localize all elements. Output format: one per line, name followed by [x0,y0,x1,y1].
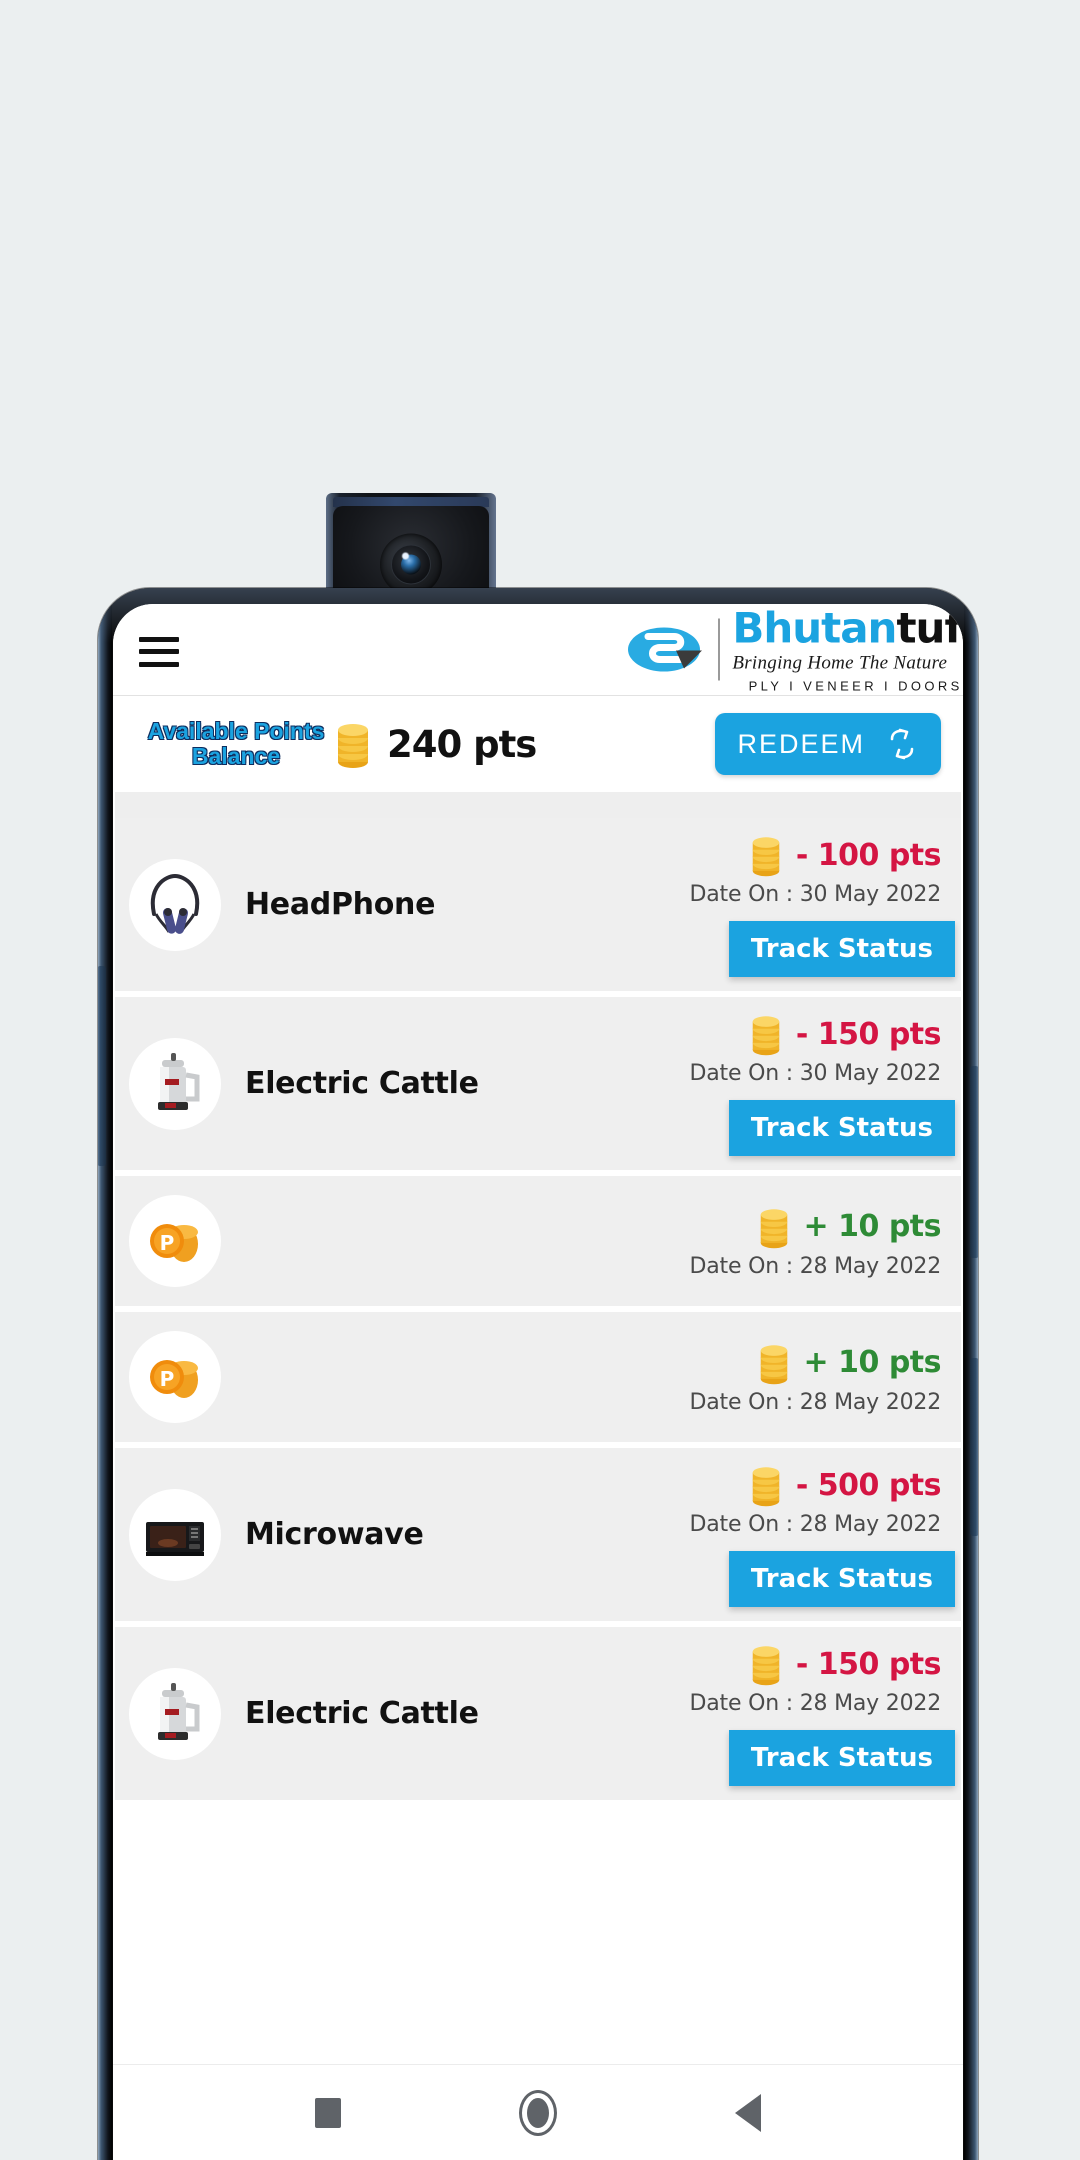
brand-logo: Bhutantuff Bringing Home The Nature PLY … [628,607,963,692]
transaction-details: - 500 pts Date On : 28 May 2022 Track St… [689,1462,955,1607]
logo-tagline: Bringing Home The Nature [732,652,948,673]
app-bar: Bhutantuff Bringing Home The Nature PLY … [113,604,963,696]
redeem-button[interactable]: REDEEM [715,713,941,775]
android-navigation-bar [113,2064,963,2160]
track-status-button[interactable]: Track Status [728,1730,955,1786]
points-value: - 150 pts [795,1646,942,1682]
phone-screen: Bhutantuff Bringing Home The Nature PLY … [113,604,963,2160]
coin-stack-icon [760,1208,787,1248]
transaction-date: Date On : 28 May 2022 [689,1512,942,1537]
points-line: - 100 pts [746,832,942,878]
logo-title-primary: Bhutan [732,604,897,652]
points-coin-icon: P [129,1331,221,1423]
transaction-list[interactable]: HeadPhone - 100 pts Date On: 30 May 202… [113,818,963,1812]
transaction-details: - 100 pts Date On : 30 May 2022 Track St… [689,832,955,977]
logo-title: Bhutantuff [732,607,963,649]
points-line: - 500 pts [746,1462,942,1508]
electric-kettle-icon [129,1667,221,1760]
coin-stack-icon [752,1646,780,1686]
hardware-button-right-lower[interactable] [970,1358,978,1536]
available-points-balance-label: Available Points Balance [147,717,325,769]
home-circle-icon[interactable] [519,2089,557,2136]
transaction-date: Date On : 28 May 2022 [689,1389,942,1415]
points-value: - 150 pts [795,1016,942,1052]
logo-title-secondary: tuff [896,604,963,652]
coin-stack-icon [752,1467,780,1507]
transaction-details: + 10 pts Date On : 28 May 2022 [690,1340,942,1415]
points-value: + 10 pts [803,1209,942,1244]
camera-lens-mid [391,544,431,585]
coin-stack-icon [760,1344,787,1384]
phone-device: Bhutantuff Bringing Home The Nature PLY … [98,588,978,2160]
camera-lens-icon [380,533,442,596]
track-status-button[interactable]: Track Status [728,1551,955,1607]
camera-lens-glint [402,552,410,560]
points-line: + 10 pts [754,1340,942,1386]
electric-kettle-icon [129,1037,221,1130]
transaction-details: - 150 pts Date On : 30 May 2022 Track St… [689,1011,955,1156]
hamburger-menu-icon[interactable] [139,636,179,667]
list-separator-strip [115,792,961,818]
points-line: + 10 pts [754,1204,942,1250]
logo-subtitle: PLY I VENEER I DOORS [748,678,963,693]
transaction-date: Date On : 28 May 2022 [689,1253,942,1279]
points-line: - 150 pts [746,1641,942,1687]
logo-text: Bhutantuff Bringing Home The Nature PLY … [732,607,963,693]
svg-text:P: P [160,1231,175,1255]
logo-divider [718,618,721,681]
table-row[interactable]: HeadPhone - 100 pts Date On: 30 May 202… [115,818,961,991]
track-status-button[interactable]: Track Status [728,1100,955,1156]
transaction-name: Electric Cattle [245,1696,479,1731]
track-status-button[interactable]: Track Status [728,921,955,977]
points-value: - 100 pts [795,837,942,873]
headphone-neckband-icon [129,858,221,951]
screenshot-scene: Bhutantuff Bringing Home The Nature PLY … [0,0,1080,2160]
recents-square-icon[interactable] [315,2097,341,2128]
table-row[interactable]: Electric Cattle - 150 pts [115,997,961,1170]
points-balance-amount: 240 pts [387,722,537,766]
transaction-date: Date On : 30 May 2022 [689,882,942,907]
points-value: - 500 pts [795,1467,942,1503]
transaction-name: HeadPhone [245,887,436,922]
points-balance-bar: Available Points Balance 240 pts REDEEM [113,696,963,792]
points-value: + 10 pts [803,1345,942,1380]
svg-text:P: P [160,1367,175,1391]
coin-stack-icon [752,837,780,877]
transaction-details: + 10 pts Date On : 28 May 2022 [690,1204,942,1279]
hardware-button-right-upper[interactable] [970,1066,978,1258]
table-row[interactable]: Microwave - 500 pts Date On: 28 May 202… [115,1448,961,1621]
hardware-button-left-volume[interactable] [98,966,106,1166]
coin-stack-icon [752,1016,780,1056]
transaction-details: - 150 pts Date On : 28 May 2022 Track St… [689,1641,955,1786]
microwave-oven-icon [129,1488,221,1581]
table-row[interactable]: P + 10 pts Date On: 28 May 2022 [115,1312,961,1442]
transaction-name: Microwave [245,1517,424,1552]
table-row[interactable]: P + 10 pts Date On: 28 May 2022 [115,1176,961,1306]
coin-stack-icon [338,724,368,768]
back-triangle-icon[interactable] [735,2093,761,2132]
bhutan-tuff-logo-mark-icon [628,627,703,672]
points-coin-icon: P [129,1195,221,1287]
sync-arrows-icon [890,728,914,760]
transaction-date: Date On : 30 May 2022 [689,1061,942,1086]
redeem-button-label: REDEEM [737,728,865,759]
points-line: - 150 pts [746,1011,942,1057]
table-row[interactable]: Electric Cattle - 150 pts [115,1627,961,1800]
transaction-date: Date On : 28 May 2022 [689,1691,942,1716]
transaction-name: Electric Cattle [245,1066,479,1101]
